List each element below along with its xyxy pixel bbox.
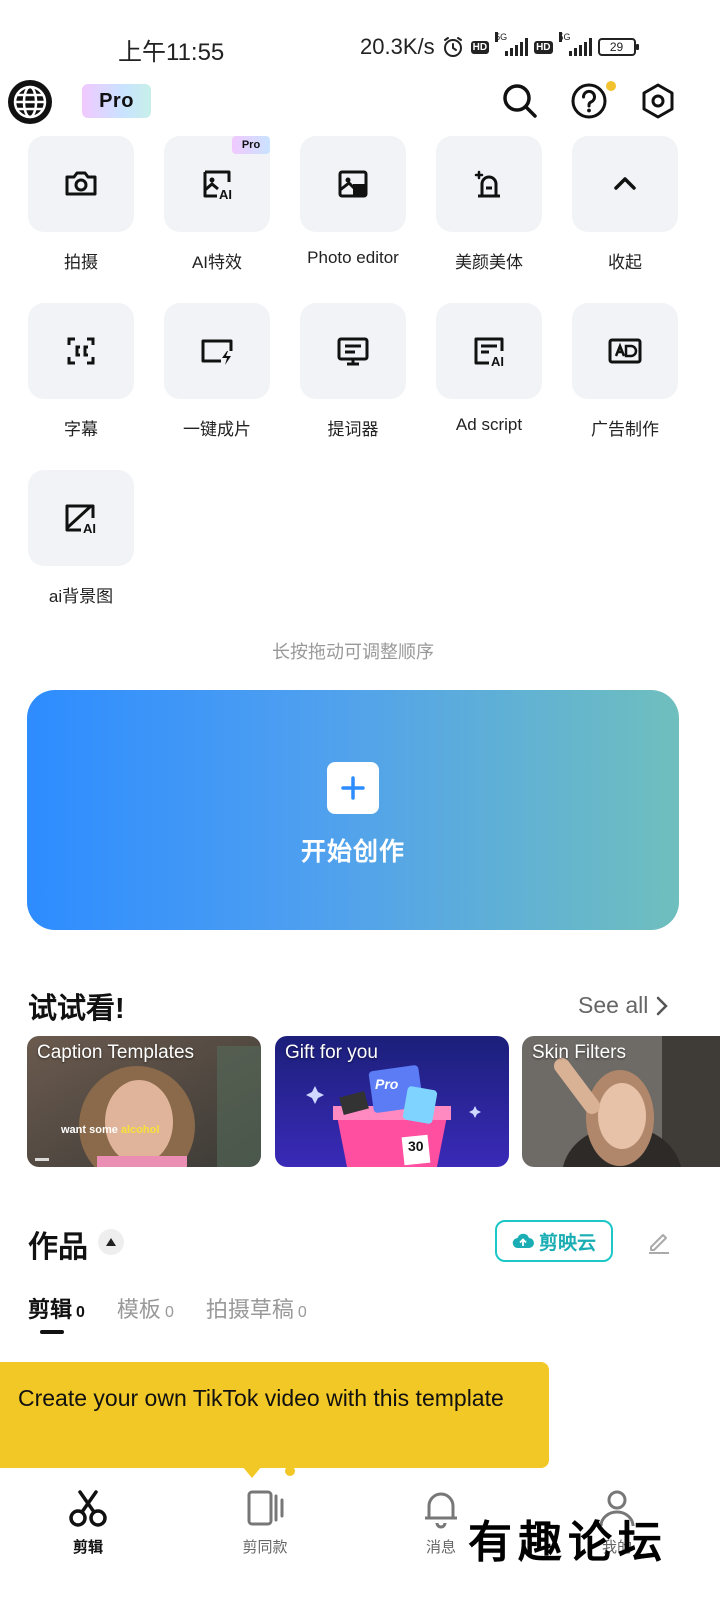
chevron-up-icon [614,177,636,190]
card-title: Skin Filters [532,1042,626,1063]
caption-icon [67,337,95,365]
tooltip-dot [285,1466,295,1476]
card-title: Caption Templates [37,1042,195,1063]
card-caption-templates[interactable]: Caption Templates want some alcohol [27,1036,261,1167]
tool-label: Photo editor [307,248,399,267]
tool-label: 收起 [608,253,642,272]
nav-label: 剪同款 [242,1539,288,1556]
start-create-button[interactable]: 开始创作 [27,690,679,930]
status-indicators: 20.3K/s HD 5G HD 5G 29 [360,32,639,62]
status-time: 上午11:55 [118,39,225,66]
template-tooltip[interactable]: Create your own TikTok video with this t… [0,1362,549,1468]
ad-make-icon [608,338,642,364]
card-title: Gift for you [285,1042,378,1063]
tool-captions[interactable]: 字幕 [27,303,135,440]
tool-photo-editor[interactable]: Photo editor [299,136,407,268]
tab-edit[interactable]: 剪辑 0 [28,1292,85,1334]
ai-background-icon: AI [65,504,96,536]
photo-edit-icon [338,170,368,198]
tab-shoot-drafts[interactable]: 拍摄草稿 0 [206,1292,307,1324]
pro-mini-badge: Pro [232,136,270,154]
svg-text:AI: AI [219,187,232,202]
try-section-title: 试试看! [28,993,125,1025]
nav-label: 剪辑 [72,1539,103,1556]
start-create-label: 开始创作 [300,838,405,866]
tooltip-arrow [242,1466,262,1478]
tool-label: 广告制作 [591,420,659,439]
ad-script-icon: AI [474,337,504,369]
card-gift-for-you[interactable]: Gift for you Pro 30 [275,1036,509,1167]
scissors-icon [69,1490,107,1527]
triangle-up-icon [106,1238,116,1246]
cloud-label: 剪映云 [538,1232,596,1254]
edit-icon[interactable] [646,1228,672,1254]
caption-overlay: want some alcohol [61,1124,160,1136]
nav-template[interactable]: 剪同款 [205,1486,325,1557]
pro-badge[interactable]: Pro [82,84,151,118]
tool-ad-make[interactable]: 广告制作 [571,303,679,440]
reorder-hint: 长按拖动可调整顺序 [272,642,434,662]
settings-icon[interactable] [639,82,677,120]
tool-label: 提词器 [327,420,379,439]
tool-label: 字幕 [64,420,98,439]
ai-image-icon: AI [203,170,232,202]
tool-label: ai背景图 [48,587,114,606]
tool-camera[interactable]: 拍摄 [27,136,135,273]
watermark: 有趣论坛 [468,1517,668,1568]
status-bar: 上午11:55 20.3K/s HD 5G HD 5G 29 [0,0,720,80]
hd-badge-2: HD [534,40,553,54]
tool-label: AI特效 [191,253,243,272]
tool-ai-effects[interactable]: Pro AI AI特效 [163,136,271,273]
tool-label: 美颜美体 [455,253,523,272]
battery-icon: 29 [597,38,639,56]
notification-dot [606,81,616,91]
calendar-number: 30 [408,1138,424,1154]
signal-icon: 5G [495,32,529,56]
template-icon [247,1490,284,1526]
help-icon[interactable] [570,82,608,120]
tool-label: 拍摄 [64,253,98,272]
tool-collapse[interactable]: 收起 [571,136,679,273]
camera-icon [65,171,97,196]
teleprompter-icon [337,337,369,366]
cloud-upload-icon [512,1233,534,1249]
signal-icon-2: 5G [558,32,592,56]
bell-icon [425,1492,457,1529]
beauty-icon [474,170,500,198]
svg-text:AI: AI [83,521,96,536]
network-speed: 20.3K/s [360,34,435,59]
see-all-link[interactable]: See all [578,992,669,1019]
works-collapse-button[interactable] [98,1229,124,1255]
tool-label: Ad script [455,415,523,434]
svg-text:AI: AI [491,354,504,369]
works-title: 作品 [28,1231,88,1264]
tool-auto-cut[interactable]: 一键成片 [163,303,271,440]
auto-cut-icon [201,339,233,365]
tool-teleprompter[interactable]: 提词器 [299,303,407,440]
tool-label: 一键成片 [183,420,251,439]
nav-edit[interactable]: 剪辑 [28,1486,148,1557]
plus-icon [327,762,379,814]
alarm-icon [443,37,462,57]
chevron-right-icon [657,996,669,1015]
tool-ad-script[interactable]: AI Ad script [435,303,543,435]
card-pro-badge: Pro [375,1076,399,1092]
globe-icon[interactable] [6,78,54,126]
hd-badge: HD [470,40,490,54]
works-tabs: 剪辑 0 模板 0 拍摄草稿 0 [28,1292,307,1334]
cloud-button[interactable]: 剪映云 [495,1220,613,1262]
see-all-label: See all [578,992,649,1018]
tab-template[interactable]: 模板 0 [117,1292,174,1324]
card-skin-filters[interactable]: Skin Filters [522,1036,720,1167]
search-icon[interactable] [501,82,539,120]
tool-ai-background[interactable]: AI ai背景图 [27,470,135,607]
tool-beauty[interactable]: 美颜美体 [435,136,543,273]
